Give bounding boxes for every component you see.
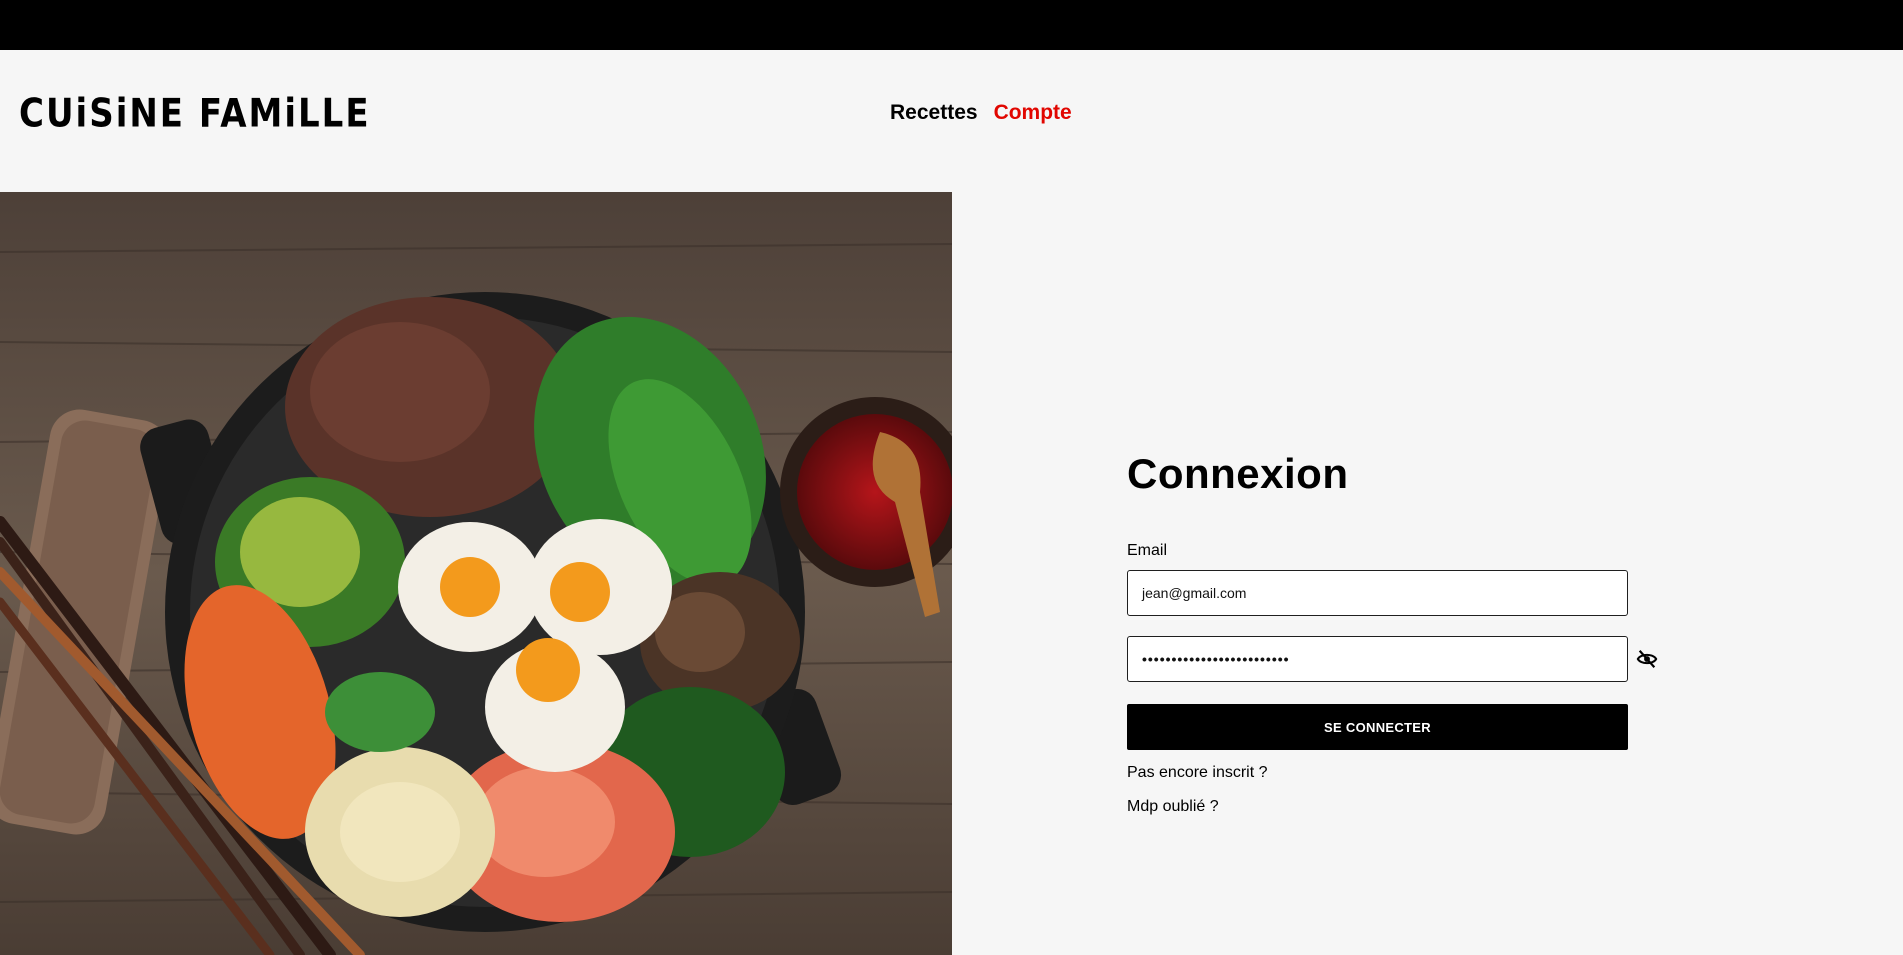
login-submit-button[interactable]: SE CONNECTER	[1127, 704, 1628, 750]
email-field[interactable]: jean@gmail.com	[1127, 570, 1628, 616]
site-logo[interactable]: CUiSiNE FAMiLLE	[19, 91, 371, 137]
login-form: Connexion Email jean@gmail.com •••••••••…	[1127, 450, 1667, 816]
email-label: Email	[1127, 542, 1168, 559]
main-nav: Recettes Compte	[890, 101, 1072, 125]
eye-off-icon[interactable]	[1636, 648, 1658, 670]
login-title: Connexion	[1127, 450, 1349, 497]
password-row: •••••••••••••••••••••••••	[1127, 636, 1667, 682]
nav-item-compte[interactable]: Compte	[994, 101, 1072, 125]
top-black-bar	[0, 0, 1903, 50]
forgot-password-link[interactable]: Mdp oublié ?	[1127, 798, 1667, 816]
hero-food-image	[0, 192, 952, 955]
site-header: CUiSiNE FAMiLLE Recettes Compte	[0, 50, 1903, 192]
register-link[interactable]: Pas encore inscrit ?	[1127, 764, 1667, 782]
password-field[interactable]: •••••••••••••••••••••••••	[1127, 636, 1628, 682]
nav-item-recettes[interactable]: Recettes	[890, 101, 978, 125]
